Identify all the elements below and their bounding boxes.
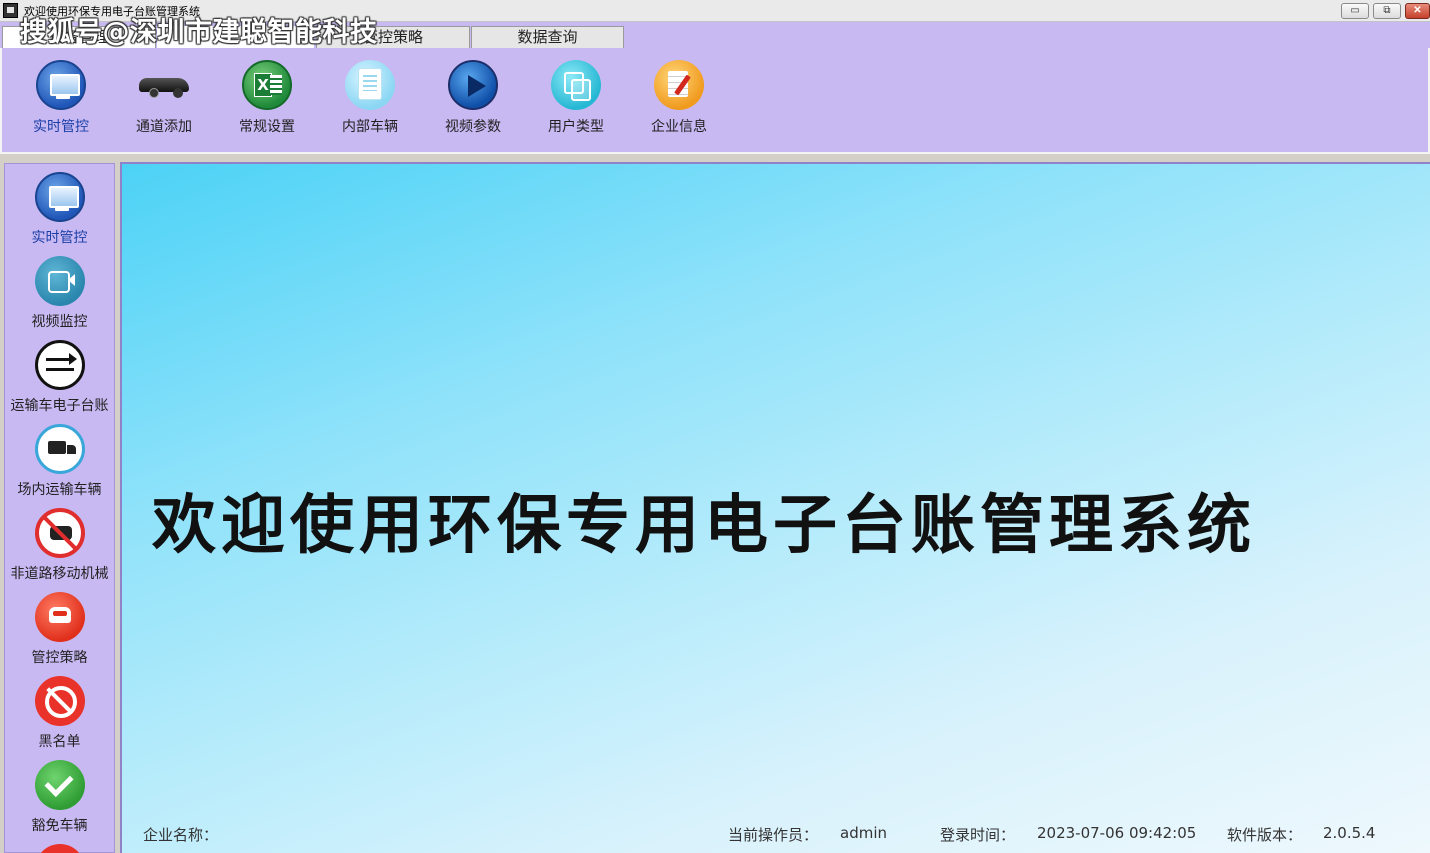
- sidebar-item-partial[interactable]: [5, 844, 114, 853]
- document-icon: [345, 60, 395, 110]
- sidebar-item-exempt-vehicles[interactable]: 豁免车辆: [5, 760, 114, 835]
- operator-label: 当前操作员：: [728, 826, 819, 844]
- toolbar-item-video-params[interactable]: 视频参数: [423, 60, 523, 136]
- toolbar-item-label: 通道添加: [136, 119, 192, 135]
- edit-icon: [654, 60, 704, 110]
- toolbar-item-general-settings[interactable]: 常规设置: [217, 60, 317, 136]
- toolbar-item-internal-vehicles[interactable]: 内部车辆: [320, 60, 420, 136]
- minimize-button[interactable]: ▭: [1341, 3, 1369, 19]
- sidebar-item-nonroad-machinery[interactable]: 非道路移动机械: [5, 508, 114, 583]
- company-label: 企业名称：: [143, 826, 219, 844]
- monitor-icon: [36, 60, 86, 110]
- video-camera-icon: [34, 256, 85, 306]
- toolbar-item-realtime-control[interactable]: 实时管控: [11, 60, 111, 136]
- sidebar-item-label: 豁免车辆: [31, 818, 88, 834]
- sidebar-item-label: 视频监控: [31, 314, 88, 330]
- ban-icon: [34, 676, 85, 726]
- monitor-icon: [34, 172, 85, 222]
- toolbar-item-label: 常规设置: [239, 119, 295, 135]
- toolbar: 实时管控 通道添加 常规设置 内部车辆 视频参数 用户类型 企业信息: [0, 48, 1430, 154]
- toolbar-item-label: 企业信息: [651, 119, 707, 135]
- close-button[interactable]: ✕: [1405, 3, 1430, 19]
- sidebar-item-label: 实时管控: [31, 230, 88, 246]
- red-car-icon: [34, 592, 85, 642]
- no-vehicle-icon: [34, 508, 85, 558]
- toolbar-item-label: 用户类型: [548, 119, 604, 135]
- welcome-banner: 欢迎使用环保专用电子台账管理系统: [152, 488, 1256, 563]
- toolbar-item-label: 视频参数: [445, 119, 501, 135]
- copy-icon: [551, 60, 601, 110]
- sidebar-item-label: 黑名单: [38, 734, 81, 750]
- sidebar-item-onsite-vehicles[interactable]: 场内运输车辆: [5, 424, 114, 499]
- toolbar-item-label: 实时管控: [33, 119, 89, 135]
- sidebar-item-blacklist[interactable]: 黑名单: [5, 676, 114, 751]
- swap-arrows-icon: [34, 340, 85, 390]
- sidebar-item-label: 管控策略: [31, 650, 88, 666]
- sidebar-item-realtime-control[interactable]: 实时管控: [5, 172, 114, 247]
- maximize-button[interactable]: ⧉: [1373, 3, 1401, 19]
- title-bar: 欢迎使用环保专用电子台账管理系统 搜狐号@深圳市建聪智能科技 ▭ ⧉ ✕: [0, 0, 1430, 48]
- red-circle-icon: [34, 844, 85, 853]
- login-time-label: 登录时间：: [940, 826, 1016, 844]
- sidebar-item-label: 场内运输车辆: [17, 482, 102, 498]
- toolbar-item-label: 内部车辆: [342, 119, 398, 135]
- truck-icon: [34, 424, 85, 474]
- check-icon: [34, 760, 85, 810]
- toolbar-item-user-types[interactable]: 用户类型: [526, 60, 626, 136]
- operator-value: admin: [840, 824, 887, 842]
- app-icon: [3, 3, 18, 18]
- car-icon: [139, 60, 189, 110]
- sidebar-item-control-strategy[interactable]: 管控策略: [5, 592, 114, 667]
- watermark-text: 搜狐号@深圳市建聪智能科技: [20, 17, 378, 48]
- version-value: 2.0.5.4: [1323, 824, 1376, 842]
- main-panel: 欢迎使用环保专用电子台账管理系统 企业名称： 当前操作员： admin 登录时间…: [120, 162, 1430, 853]
- sidebar-item-transport-ledger[interactable]: 运输车电子台账: [5, 340, 114, 415]
- excel-icon: [242, 60, 292, 110]
- toolbar-item-channel-add[interactable]: 通道添加: [114, 60, 214, 136]
- version-label: 软件版本：: [1227, 826, 1303, 844]
- toolbar-item-company-info[interactable]: 企业信息: [629, 60, 729, 136]
- sidebar-item-label: 非道路移动机械: [10, 566, 109, 582]
- play-icon: [448, 60, 498, 110]
- sidebar-item-video-monitoring[interactable]: 视频监控: [5, 256, 114, 331]
- tab-data-query[interactable]: 数据查询: [471, 26, 624, 48]
- sidebar-item-label: 运输车电子台账: [10, 398, 109, 414]
- login-time-value: 2023-07-06 09:42:05: [1037, 824, 1197, 842]
- sidebar: 实时管控 视频监控 运输车电子台账 场内运输车辆 非道路移动机械 管控策略 黑名…: [4, 163, 115, 853]
